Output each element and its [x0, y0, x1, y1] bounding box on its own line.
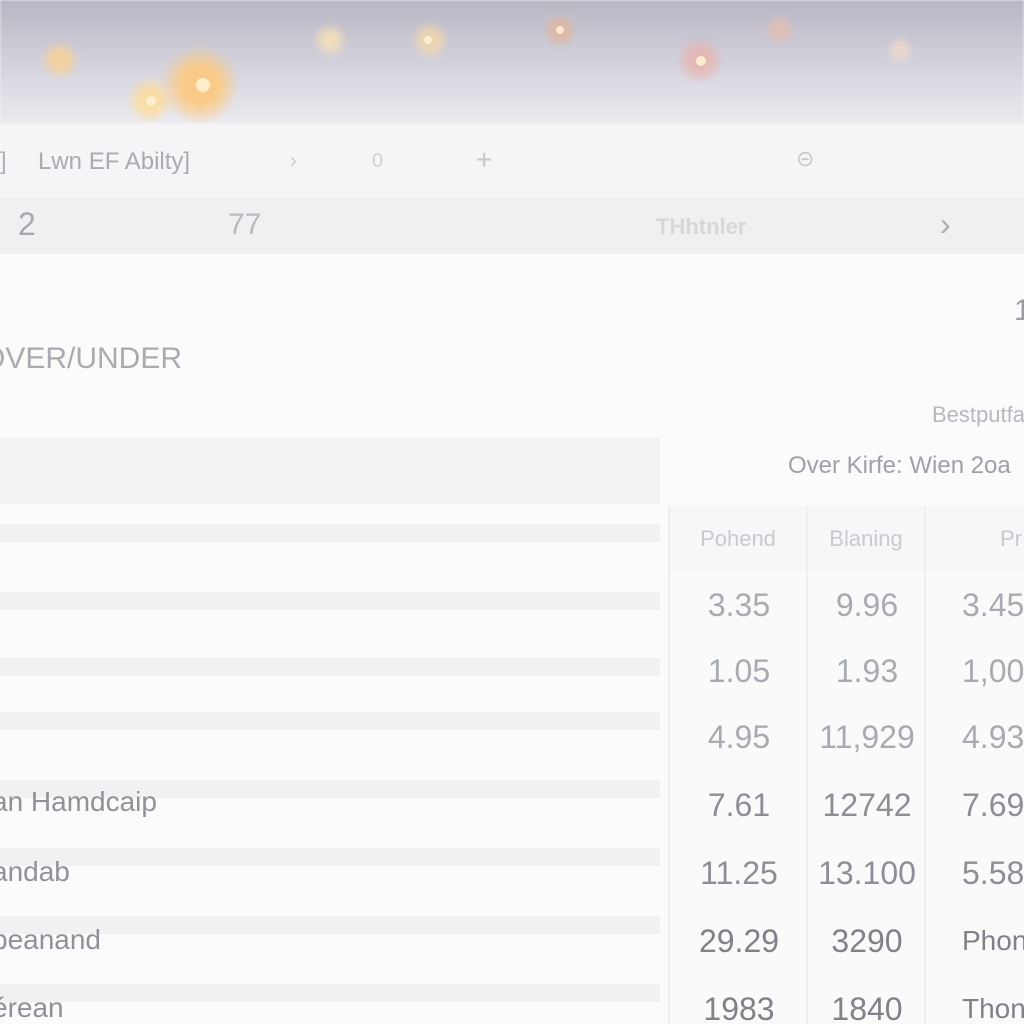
odds-cell[interactable]: 13.100	[808, 840, 926, 906]
tab-count: 0	[372, 150, 384, 172]
list-divider	[0, 524, 660, 542]
market-subtext: Bestputfa	[932, 402, 1024, 427]
sparkle-decoration	[146, 96, 156, 106]
window-titlebar: ] Lwn EF Abilty] › 0 + ⊝	[0, 124, 1024, 198]
odds-cell[interactable]: 1983	[670, 976, 808, 1024]
nav-center-label[interactable]: THhtnler	[656, 214, 746, 240]
list-item[interactable]: andab	[0, 856, 70, 888]
list-header-band	[0, 438, 660, 504]
sparkle-decoration	[556, 26, 564, 34]
window-title: Lwn EF Abilty]	[38, 148, 191, 175]
sparkle-decoration	[696, 56, 706, 66]
odds-cell[interactable]: 1.93	[808, 638, 926, 704]
odds-cell[interactable]: 4.93	[926, 704, 1024, 770]
odds-cell[interactable]: 1.05	[670, 638, 808, 704]
odds-cell[interactable]: 1,00	[926, 638, 1024, 704]
list-divider	[0, 984, 660, 1002]
column-header[interactable]: Pohend	[670, 506, 808, 572]
list-divider	[0, 712, 660, 730]
new-tab-icon[interactable]: +	[476, 144, 492, 176]
list-divider	[0, 592, 660, 610]
market-label: Over Kirfe: Wien 2oa	[788, 452, 1011, 479]
odds-cell[interactable]: 3.45	[926, 572, 1024, 638]
odds-cell[interactable]: 1840	[808, 976, 926, 1024]
sparkle-decoration	[196, 78, 210, 92]
page-title: OVER/UNDER	[0, 342, 183, 375]
corner-number: 1	[1014, 294, 1024, 327]
sparkle-decoration	[424, 36, 432, 44]
list-divider	[0, 658, 660, 676]
odds-cell[interactable]: 29.29	[670, 908, 808, 974]
hero-banner	[0, 0, 1024, 124]
lock-icon[interactable]: ⊝	[796, 146, 814, 172]
tab-chevron-icon[interactable]: ›	[290, 150, 297, 173]
odds-cell[interactable]: 4.95	[670, 704, 808, 770]
list-item[interactable]: érean	[0, 992, 64, 1024]
list-item[interactable]: an Hamdcaip	[0, 786, 157, 818]
odds-cell[interactable]: Thonc	[926, 976, 1024, 1024]
odds-cell[interactable]: 12742	[808, 772, 926, 838]
nav-middle-item[interactable]: 77	[228, 208, 261, 242]
column-header[interactable]: Pr	[926, 506, 1024, 572]
odds-cell[interactable]: 7.69	[926, 772, 1024, 838]
odds-cell[interactable]: 11,929	[808, 704, 926, 770]
odds-cell[interactable]: Phonc	[926, 908, 1024, 974]
list-item[interactable]: beanand	[0, 924, 101, 956]
odds-cell[interactable]: 11.25	[670, 840, 808, 906]
odds-cell[interactable]: 3.35	[670, 572, 808, 638]
window-title-prefix: ]	[0, 148, 7, 175]
odds-cell[interactable]: 7.61	[670, 772, 808, 838]
column-header[interactable]: Blaning	[808, 506, 926, 572]
nav-bar: 2 77 THhtnler ›	[0, 198, 1024, 254]
odds-table: Pohend Blaning Pr 3.35 9.96 3.45 1.05 1.…	[668, 506, 1024, 1024]
odds-cell[interactable]: 5.58	[926, 840, 1024, 906]
chevron-right-icon[interactable]: ›	[940, 206, 951, 243]
nav-left-item[interactable]: 2	[18, 206, 36, 243]
odds-cell[interactable]: 3290	[808, 908, 926, 974]
odds-cell[interactable]: 9.96	[808, 572, 926, 638]
list-divider	[0, 848, 660, 866]
sportsbook-window: ] Lwn EF Abilty] › 0 + ⊝ 2 77 THhtnler ›…	[0, 124, 1024, 1024]
